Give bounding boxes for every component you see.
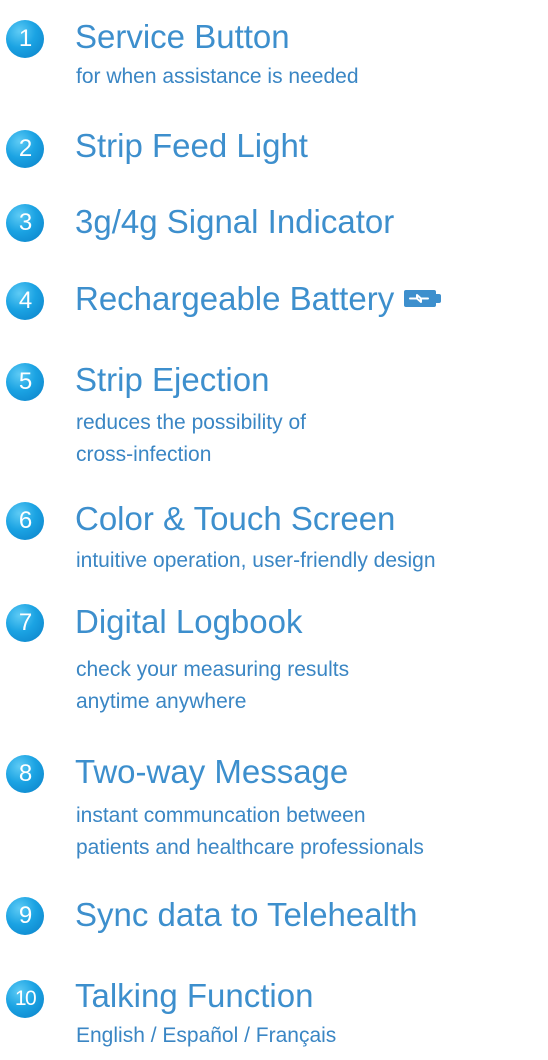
number-badge: 6 bbox=[6, 502, 44, 540]
feature-description-line: reduces the possibility of bbox=[76, 411, 306, 434]
number-badge: 2 bbox=[6, 130, 44, 168]
number-badge: 8 bbox=[6, 755, 44, 793]
feature-title-row: Rechargeable Battery bbox=[75, 279, 442, 319]
number-badge: 5 bbox=[6, 363, 44, 401]
feature-description: for when assistance is needed bbox=[76, 65, 359, 88]
feature-description-line: cross-infection bbox=[76, 443, 212, 466]
feature-title: Strip Ejection bbox=[75, 361, 270, 398]
number-badge: 7 bbox=[6, 604, 44, 642]
feature-title: Rechargeable Battery bbox=[75, 280, 395, 317]
battery-charging-icon bbox=[404, 290, 442, 307]
feature-title: Color & Touch Screen bbox=[75, 500, 396, 537]
feature-title: Talking Function bbox=[75, 977, 314, 1014]
feature-description: English / Español / Français bbox=[76, 1024, 337, 1047]
feature-title: Strip Feed Light bbox=[75, 127, 308, 164]
number-badge: 9 bbox=[6, 897, 44, 935]
number-badge: 10 bbox=[6, 980, 44, 1018]
feature-title: 3g/4g Signal Indicator bbox=[75, 203, 395, 240]
number-badge: 1 bbox=[6, 20, 44, 58]
feature-title: Two-way Message bbox=[75, 753, 349, 790]
feature-title: Service Button bbox=[75, 18, 290, 55]
feature-description-line: anytime anywhere bbox=[76, 690, 247, 713]
feature-description-line: instant communcation between bbox=[76, 804, 366, 827]
feature-title: Digital Logbook bbox=[75, 603, 303, 640]
feature-description: intuitive operation, user-friendly desig… bbox=[76, 549, 436, 572]
number-badge: 4 bbox=[6, 282, 44, 320]
feature-description-line: patients and healthcare professionals bbox=[76, 836, 424, 859]
feature-description-line: check your measuring results bbox=[76, 658, 350, 681]
number-badge: 3 bbox=[6, 204, 44, 242]
feature-title: Sync data to Telehealth bbox=[75, 896, 418, 933]
